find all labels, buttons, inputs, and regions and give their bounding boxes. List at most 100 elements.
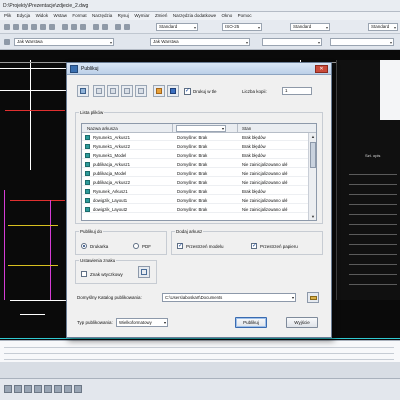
menu-item-help[interactable]: Pomoc — [238, 13, 252, 18]
browse-folder-button[interactable] — [307, 292, 319, 303]
cut-icon[interactable] — [62, 24, 68, 30]
command-line[interactable] — [0, 340, 400, 362]
publish-to-printer-radio[interactable] — [81, 243, 87, 249]
layer-manager-icon[interactable] — [4, 39, 10, 45]
menu-item-modify[interactable]: Zmień — [155, 13, 168, 18]
print-in-background-label: Drukuj w tle — [193, 89, 217, 94]
sheet-name: publikacja_Model — [93, 171, 127, 176]
paste-icon[interactable] — [80, 24, 86, 30]
page-setup-column-combo[interactable]: ▾ — [176, 125, 226, 132]
osnap-toggle-icon[interactable] — [44, 385, 52, 393]
print-icon[interactable] — [31, 24, 37, 30]
copy-icon[interactable] — [71, 24, 77, 30]
table-row[interactable]: Rysunek1_Arkusz1 Domyślne: Brak Brak błę… — [82, 134, 308, 141]
scroll-down-icon[interactable]: ▼ — [310, 214, 316, 220]
menu-item-format[interactable]: Format — [72, 13, 86, 18]
model-space-checkbox[interactable]: ✓ — [177, 243, 183, 249]
column-header-sheet-name[interactable]: Nazwa arkusza — [87, 126, 118, 131]
preview-icon[interactable] — [40, 24, 46, 30]
open-file-icon[interactable] — [13, 24, 19, 30]
menu-item-edit[interactable]: Edycja — [17, 13, 31, 18]
sheet-icon — [85, 171, 90, 176]
sheet-status: Brak błędów — [242, 153, 266, 158]
chevron-down-icon: ▾ — [193, 25, 196, 30]
publish-type-value: Wielkoformatowy — [119, 320, 152, 325]
snap-toggle-icon[interactable] — [4, 385, 12, 393]
sheet-table-scrollbar[interactable]: ▲ ▼ — [308, 133, 316, 220]
table-style-combo[interactable]: Standard ▾ — [290, 23, 330, 31]
move-up-button[interactable] — [121, 85, 133, 97]
table-row[interactable]: Rysunek1_Arkusz2 Domyślne: Brak Brak błę… — [82, 143, 308, 150]
menu-item-insert[interactable]: Wstaw — [53, 13, 67, 18]
scroll-up-icon[interactable]: ▲ — [310, 134, 316, 140]
multileader-style-combo[interactable]: Standard ▾ — [368, 23, 398, 31]
paper-space-checkbox[interactable]: ✓ — [251, 243, 257, 249]
move-down-icon — [138, 88, 144, 94]
signature-checkbox[interactable] — [81, 271, 87, 277]
menu-item-dimension[interactable]: Wymiar — [134, 13, 149, 18]
table-row[interactable]: Rysunek_Arkusz1 Domyślne: Brak Brak błęd… — [82, 188, 308, 195]
remove-sheets-button[interactable] — [107, 85, 119, 97]
lineweight-toggle-icon[interactable] — [64, 385, 72, 393]
publish-to-pdf-radio[interactable] — [133, 243, 139, 249]
menu-item-tools[interactable]: Narzędzia — [92, 13, 112, 18]
chevron-down-icon: ▾ — [325, 25, 328, 30]
folder-icon — [310, 296, 317, 300]
scrollbar-thumb[interactable] — [310, 142, 316, 168]
default-folder-combo[interactable]: C:\Users\aboskart\Documents ▾ — [162, 293, 296, 302]
table-row[interactable]: dowigzik_Layout1 Domyślne: Brak Nie zain… — [82, 197, 308, 204]
save-icon[interactable] — [22, 24, 28, 30]
ortho-toggle-icon[interactable] — [24, 385, 32, 393]
signature-settings-button[interactable] — [138, 266, 150, 278]
publish-button[interactable]: Publikuj — [235, 317, 267, 328]
otrack-toggle-icon[interactable] — [54, 385, 62, 393]
table-row[interactable]: Rysunek1_Model Domyślne: Brak Brak błędó… — [82, 152, 308, 159]
linetype-combo[interactable]: Jak Warstwa ▾ — [150, 38, 250, 46]
drawing-line — [30, 60, 31, 170]
publish-icon[interactable] — [49, 24, 55, 30]
preview-button[interactable] — [77, 85, 89, 97]
lineweight-combo[interactable]: ▾ — [262, 38, 322, 46]
dim-style-combo[interactable]: ISO-25 ▾ — [222, 23, 262, 31]
table-row[interactable]: publikacja_Arkusz2 Domyślne: Brak Nie za… — [82, 179, 308, 186]
menu-item-file[interactable]: Plik — [4, 13, 11, 18]
polar-toggle-icon[interactable] — [34, 385, 42, 393]
column-header-status[interactable]: Stan — [242, 126, 251, 131]
menu-item-extra-tools[interactable]: Narzędzia dodatkowe — [173, 13, 216, 18]
redo-icon[interactable] — [102, 24, 108, 30]
sheet-table[interactable]: Nazwa arkusza ▾ Stan Rysunek1_Arkusz1 Do… — [81, 123, 317, 221]
save-list-button[interactable] — [167, 85, 179, 97]
pan-icon[interactable] — [115, 24, 121, 30]
layer-combo[interactable]: Jak Warstwa ▾ — [14, 38, 114, 46]
default-folder-label: Domyślny Katalog publikowania: — [77, 295, 142, 300]
sheet-icon — [85, 153, 90, 158]
plotstyle-combo[interactable]: ▾ — [330, 38, 394, 46]
table-row[interactable]: publikacja_Arkusz1 Domyślne: Brak Nie za… — [82, 161, 308, 168]
print-in-background-checkbox[interactable]: ✓ — [184, 88, 191, 95]
grid-toggle-icon[interactable] — [14, 385, 22, 393]
table-row[interactable]: publikacja_Model Domyślne: Brak Nie zain… — [82, 170, 308, 177]
publish-type-combo[interactable]: Wielkoformatowy ▾ — [116, 318, 168, 327]
menu-item-view[interactable]: Widok — [36, 13, 49, 18]
exit-button[interactable]: Wyjście — [286, 317, 318, 328]
model-toggle-icon[interactable] — [74, 385, 82, 393]
title-block-cell — [349, 170, 397, 175]
title-block-cell — [349, 180, 397, 185]
sheet-status: Nie zainicjalizowano ukł — [242, 171, 288, 176]
command-history-line — [4, 347, 394, 348]
dialog-titlebar[interactable]: Publikuj ✕ — [67, 63, 331, 75]
new-file-icon[interactable] — [4, 24, 10, 30]
table-row[interactable]: dowigzik_Layout2 Domyślne: Brak Nie zain… — [82, 206, 308, 213]
add-sheets-button[interactable] — [93, 85, 105, 97]
copies-input[interactable]: 1 — [282, 87, 312, 95]
text-style-combo[interactable]: Standard ▾ — [156, 23, 198, 31]
move-down-button[interactable] — [135, 85, 147, 97]
close-icon[interactable]: ✕ — [315, 65, 328, 73]
column-divider — [172, 124, 173, 133]
command-input-line[interactable] — [4, 359, 394, 360]
undo-icon[interactable] — [93, 24, 99, 30]
menu-item-draw[interactable]: Rysuj — [118, 13, 129, 18]
zoom-icon[interactable] — [124, 24, 130, 30]
open-list-button[interactable] — [153, 85, 165, 97]
menu-item-window[interactable]: Okno — [222, 13, 233, 18]
